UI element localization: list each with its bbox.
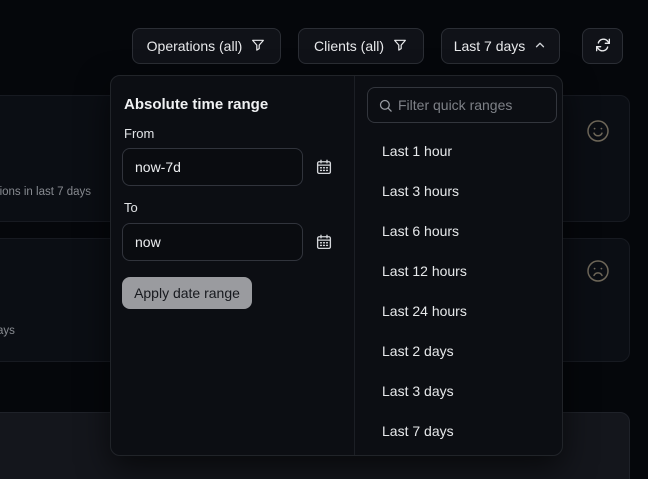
filter-funnel-icon	[392, 37, 408, 56]
stats-caption-top: ations in last 7 days	[0, 185, 91, 199]
from-input[interactable]	[122, 148, 303, 186]
clients-filter-label: Clients (all)	[314, 38, 384, 54]
to-calendar-button[interactable]	[313, 232, 335, 254]
apply-date-range-button[interactable]: Apply date range	[122, 277, 252, 309]
time-range-dropdown-panel: Absolute time range From To	[110, 75, 563, 456]
quick-range-item[interactable]: Last 7 days	[355, 411, 563, 451]
quick-range-search-input[interactable]	[398, 88, 554, 122]
happy-face-icon	[586, 119, 610, 143]
to-input[interactable]	[122, 223, 303, 261]
from-calendar-button[interactable]	[313, 157, 335, 179]
quick-range-item[interactable]: Last 2 days	[355, 331, 563, 371]
refresh-button[interactable]	[582, 28, 623, 64]
calendar-icon	[315, 233, 333, 254]
quick-range-item[interactable]: Last 3 hours	[355, 171, 563, 211]
operations-filter-button[interactable]: Operations (all)	[132, 28, 281, 64]
calendar-icon	[315, 158, 333, 179]
time-range-button[interactable]: Last 7 days	[441, 28, 560, 64]
clients-filter-button[interactable]: Clients (all)	[298, 28, 424, 64]
filter-funnel-icon	[250, 37, 266, 56]
dashboard-page: ations in last 7 days ays Operations (al…	[0, 0, 648, 479]
operations-filter-label: Operations (all)	[147, 38, 243, 54]
stats-caption-bottom: ays	[0, 324, 15, 338]
quick-range-item[interactable]: Last 3 days	[355, 371, 563, 411]
quick-range-item[interactable]: Last 1 hour	[355, 131, 563, 171]
refresh-icon	[595, 37, 611, 56]
absolute-time-range-title: Absolute time range	[124, 96, 268, 113]
chevron-up-icon	[533, 38, 547, 55]
quick-range-search-box	[367, 87, 557, 123]
from-label: From	[124, 126, 154, 141]
time-range-label: Last 7 days	[454, 38, 526, 54]
quick-range-list: Last 1 hourLast 3 hoursLast 6 hoursLast …	[355, 131, 563, 451]
quick-range-item[interactable]: Last 12 hours	[355, 251, 563, 291]
sad-face-icon	[586, 259, 610, 283]
to-label: To	[124, 200, 138, 215]
quick-range-item[interactable]: Last 24 hours	[355, 291, 563, 331]
quick-range-item[interactable]: Last 6 hours	[355, 211, 563, 251]
